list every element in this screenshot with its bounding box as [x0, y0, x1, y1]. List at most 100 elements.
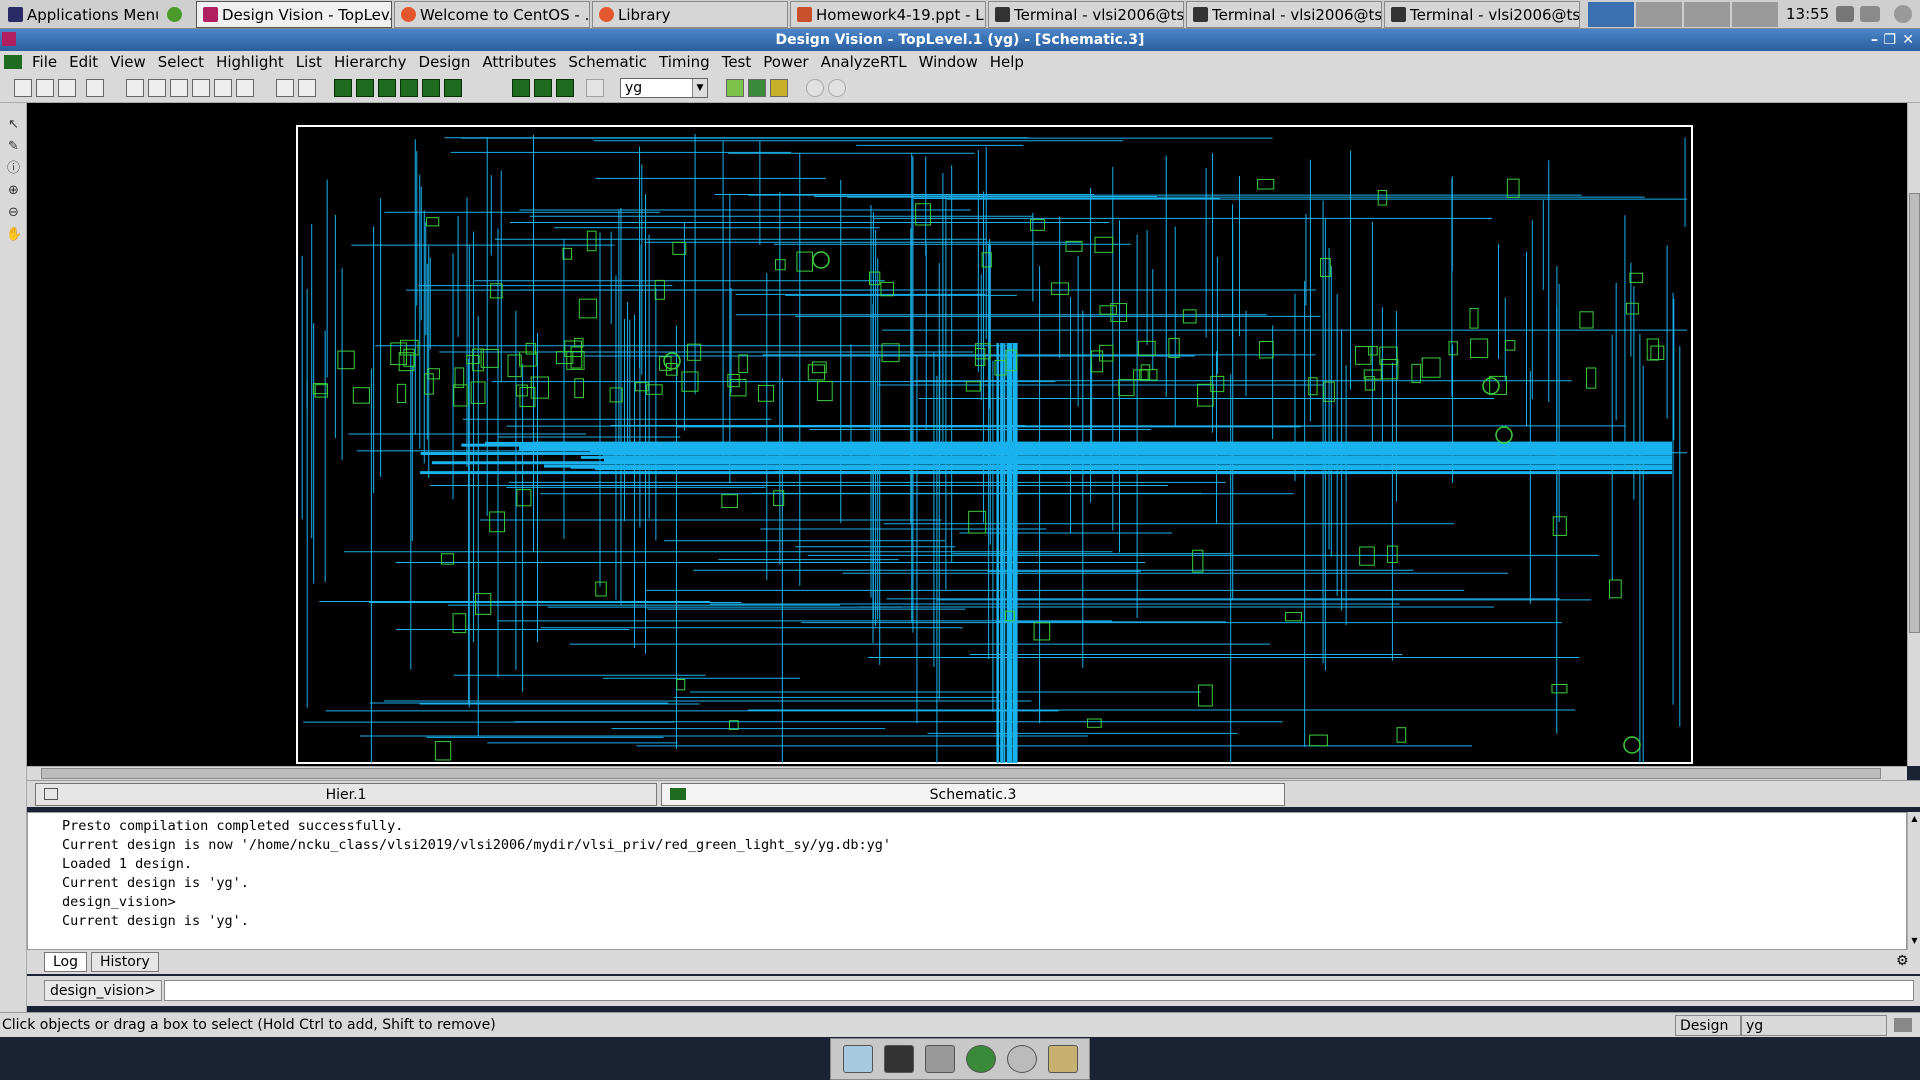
- task-homework-ppt[interactable]: Homework4-19.ppt - Li...: [790, 1, 986, 28]
- zoom-in-icon[interactable]: [170, 79, 188, 97]
- workspace-4[interactable]: [1732, 2, 1778, 27]
- gate-cell: [738, 354, 748, 374]
- menu-power[interactable]: Power: [757, 53, 814, 71]
- folder-icon[interactable]: [1047, 1045, 1078, 1073]
- volume-icon[interactable]: [1836, 6, 1854, 22]
- select-arrow-icon[interactable]: ↖: [6, 117, 21, 132]
- zoom-out-tool-icon[interactable]: ⊖: [6, 205, 21, 220]
- workspace-3[interactable]: [1684, 2, 1730, 27]
- fanin-icon[interactable]: [400, 79, 418, 97]
- back-icon[interactable]: [806, 79, 824, 97]
- zoom-out-icon[interactable]: [192, 79, 210, 97]
- tab-hier[interactable]: Hier.1: [35, 783, 657, 806]
- pencil-icon[interactable]: ✎: [6, 139, 21, 154]
- zoom-in-tool-icon[interactable]: ⊕: [6, 183, 21, 198]
- print-icon[interactable]: [58, 79, 76, 97]
- timing-report-icon[interactable]: [534, 79, 552, 97]
- menu-highlight[interactable]: Highlight: [210, 53, 290, 71]
- vertical-scroll-thumb[interactable]: [1909, 193, 1920, 633]
- menu-timing[interactable]: Timing: [653, 53, 716, 71]
- applications-menu-button[interactable]: Applications Menu: [2, 1, 158, 28]
- menu-help[interactable]: Help: [984, 53, 1030, 71]
- show-desktop-icon[interactable]: [842, 1045, 873, 1073]
- gate-cell: [817, 381, 833, 402]
- maximize-icon[interactable]: ❐: [1883, 29, 1896, 51]
- web-browser-icon[interactable]: [965, 1045, 996, 1073]
- horizontal-scroll-thumb[interactable]: [41, 768, 1881, 779]
- chevron-down-icon[interactable]: ▼: [692, 79, 707, 97]
- network-icon[interactable]: [1860, 6, 1880, 22]
- pop-up-icon[interactable]: [298, 79, 316, 97]
- path-report-icon[interactable]: [556, 79, 574, 97]
- design-icon[interactable]: [748, 79, 766, 97]
- menu-design[interactable]: Design: [413, 53, 477, 71]
- menu-file[interactable]: File: [26, 53, 63, 71]
- task-library[interactable]: Library: [592, 1, 788, 28]
- minimize-icon[interactable]: –: [1871, 29, 1878, 51]
- zoom-fit-icon[interactable]: [126, 79, 144, 97]
- terminal-launcher-icon[interactable]: [883, 1045, 914, 1073]
- schematic-horizontal-scrollbar[interactable]: [27, 766, 1907, 780]
- save-icon[interactable]: [36, 79, 54, 97]
- task-terminal-3[interactable]: Terminal - vlsi2006@tsr...: [1384, 1, 1580, 28]
- launcher-button[interactable]: [161, 1, 193, 28]
- schematic-canvas[interactable]: [27, 103, 1907, 766]
- power-icon[interactable]: [1894, 5, 1912, 23]
- clock[interactable]: 13:55: [1786, 5, 1829, 23]
- scroll-down-icon[interactable]: ▼: [1909, 936, 1920, 948]
- workspace-1[interactable]: [1588, 2, 1634, 27]
- statusbar-toggle-icon[interactable]: [1894, 1018, 1912, 1032]
- schematic-drawing[interactable]: [27, 103, 1907, 766]
- fanout-icon[interactable]: [422, 79, 440, 97]
- gear-icon[interactable]: ⚙: [1896, 953, 1912, 969]
- tab-schematic[interactable]: Schematic.3: [661, 783, 1285, 806]
- gate-cell: [1198, 684, 1213, 707]
- tab-log[interactable]: Log: [44, 952, 88, 972]
- workspace-switcher[interactable]: [1588, 2, 1778, 27]
- cone-icon[interactable]: [444, 79, 462, 97]
- menu-analyzertl[interactable]: AnalyzeRTL: [815, 53, 913, 71]
- schematic-vertical-scrollbar[interactable]: [1907, 103, 1920, 766]
- menu-window[interactable]: Window: [913, 53, 984, 71]
- zoom-full-icon[interactable]: [236, 79, 254, 97]
- workspace-2[interactable]: [1636, 2, 1682, 27]
- menu-schematic[interactable]: Schematic: [562, 53, 653, 71]
- menu-list[interactable]: List: [290, 53, 328, 71]
- menu-hierarchy[interactable]: Hierarchy: [328, 53, 413, 71]
- cell-icon[interactable]: [770, 79, 788, 97]
- zoom-2-icon[interactable]: [148, 79, 166, 97]
- push-down-icon[interactable]: [276, 79, 294, 97]
- design-select[interactable]: yg ▼: [620, 78, 708, 98]
- close-icon[interactable]: ✕: [1902, 29, 1914, 51]
- task-welcome-centos[interactable]: Welcome to CentOS - ...: [394, 1, 590, 28]
- console-scrollbar[interactable]: ▲ ▼: [1907, 812, 1920, 950]
- file-manager-icon[interactable]: [924, 1045, 955, 1073]
- export-icon[interactable]: [86, 79, 104, 97]
- disabled-tool-icon[interactable]: [586, 79, 604, 97]
- task-design-vision[interactable]: Design Vision - TopLev...: [196, 1, 392, 28]
- menu-edit[interactable]: Edit: [63, 53, 104, 71]
- zoom-selection-icon[interactable]: [214, 79, 232, 97]
- histogram-icon[interactable]: [512, 79, 530, 97]
- path-schematic-icon[interactable]: [378, 79, 396, 97]
- symbol-view-icon[interactable]: [356, 79, 374, 97]
- scroll-up-icon[interactable]: ▲: [1909, 814, 1920, 826]
- top-taskbar: Applications Menu Design Vision - TopLev…: [0, 0, 1920, 29]
- tab-history[interactable]: History: [91, 952, 159, 972]
- task-terminal-1[interactable]: Terminal - vlsi2006@tsr...: [988, 1, 1184, 28]
- gate-cell: [1118, 378, 1135, 397]
- menu-select[interactable]: Select: [152, 53, 210, 71]
- menu-test[interactable]: Test: [716, 53, 758, 71]
- console-log[interactable]: Presto compilation completed successfull…: [27, 812, 1907, 950]
- schematic-view-icon[interactable]: [334, 79, 352, 97]
- menu-view[interactable]: View: [104, 53, 152, 71]
- forward-icon[interactable]: [828, 79, 846, 97]
- command-input[interactable]: [164, 980, 1914, 1001]
- open-icon[interactable]: [14, 79, 32, 97]
- menu-attributes[interactable]: Attributes: [476, 53, 562, 71]
- info-icon[interactable]: ⓘ: [6, 161, 21, 176]
- search-icon[interactable]: [1006, 1045, 1037, 1073]
- task-terminal-2[interactable]: Terminal - vlsi2006@tsr...: [1186, 1, 1382, 28]
- hierarchy-icon[interactable]: [726, 79, 744, 97]
- pan-hand-icon[interactable]: ✋: [6, 227, 22, 242]
